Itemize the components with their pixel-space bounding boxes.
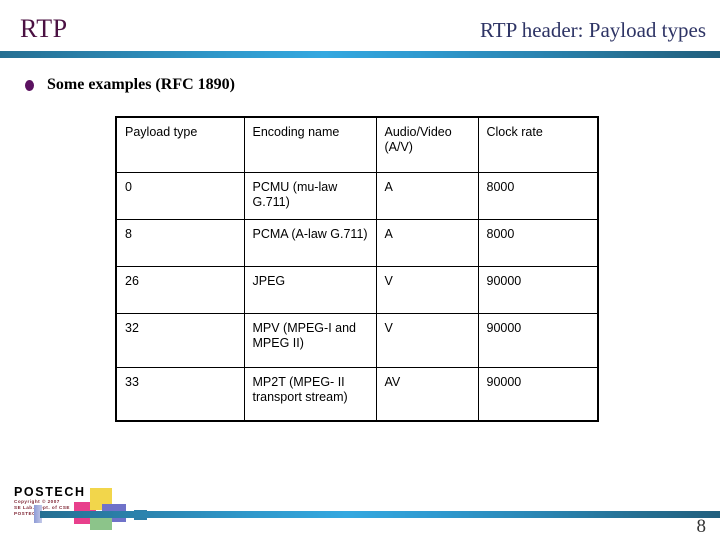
cell-encoding-name: MPV (MPEG-I and MPEG II) — [243, 312, 377, 368]
cell-payload-type: 0 — [115, 171, 245, 220]
cell-payload-type: 26 — [115, 265, 245, 314]
postech-logo-icon — [72, 488, 147, 532]
payload-types-table: Payload type Encoding name Audio/Video (… — [115, 116, 599, 422]
cell-payload-type: 32 — [115, 312, 245, 368]
cell-encoding-name: MP2T (MPEG- II transport stream) — [243, 366, 377, 422]
cell-encoding-name: PCMU (mu-law G.711) — [243, 171, 377, 220]
table-header-row: Payload type Encoding name Audio/Video (… — [115, 116, 599, 173]
header-divider-bar — [0, 51, 720, 58]
cell-audio-video: A — [375, 171, 479, 220]
page-number: 8 — [696, 516, 707, 537]
footer-divider-bar — [40, 511, 720, 518]
slide-header: RTP RTP header: Payload types — [0, 0, 720, 54]
cell-audio-video: AV — [375, 366, 479, 422]
table-header-encoding-name: Encoding name — [243, 116, 377, 173]
cell-clock-rate: 90000 — [477, 366, 599, 422]
table-row: 32 MPV (MPEG-I and MPEG II) V 90000 — [115, 312, 599, 368]
cell-encoding-name: PCMA (A-law G.711) — [243, 218, 377, 267]
bullet-list-item: Some examples (RFC 1890) — [25, 76, 235, 94]
table-header-payload-type: Payload type — [115, 116, 245, 173]
slide-topic-title: RTP — [20, 14, 68, 43]
cell-audio-video: V — [375, 265, 479, 314]
cell-payload-type: 33 — [115, 366, 245, 422]
table-row: 33 MP2T (MPEG- II transport stream) AV 9… — [115, 366, 599, 422]
table-header-audio-video: Audio/Video (A/V) — [375, 116, 479, 173]
cell-clock-rate: 8000 — [477, 171, 599, 220]
table-row: 0 PCMU (mu-law G.711) A 8000 — [115, 171, 599, 220]
bullet-item-label: Some examples (RFC 1890) — [47, 76, 235, 93]
bullet-marker-icon — [25, 79, 34, 91]
cell-encoding-name: JPEG — [243, 265, 377, 314]
cell-clock-rate: 90000 — [477, 312, 599, 368]
table-row: 8 PCMA (A-law G.711) A 8000 — [115, 218, 599, 267]
table-row: 26 JPEG V 90000 — [115, 265, 599, 314]
cell-audio-video: V — [375, 312, 479, 368]
cell-audio-video: A — [375, 218, 479, 267]
cell-clock-rate: 90000 — [477, 265, 599, 314]
table-header-clock-rate: Clock rate — [477, 116, 599, 173]
slide-page-title: RTP header: Payload types — [480, 18, 706, 42]
cell-payload-type: 8 — [115, 218, 245, 267]
cell-clock-rate: 8000 — [477, 218, 599, 267]
